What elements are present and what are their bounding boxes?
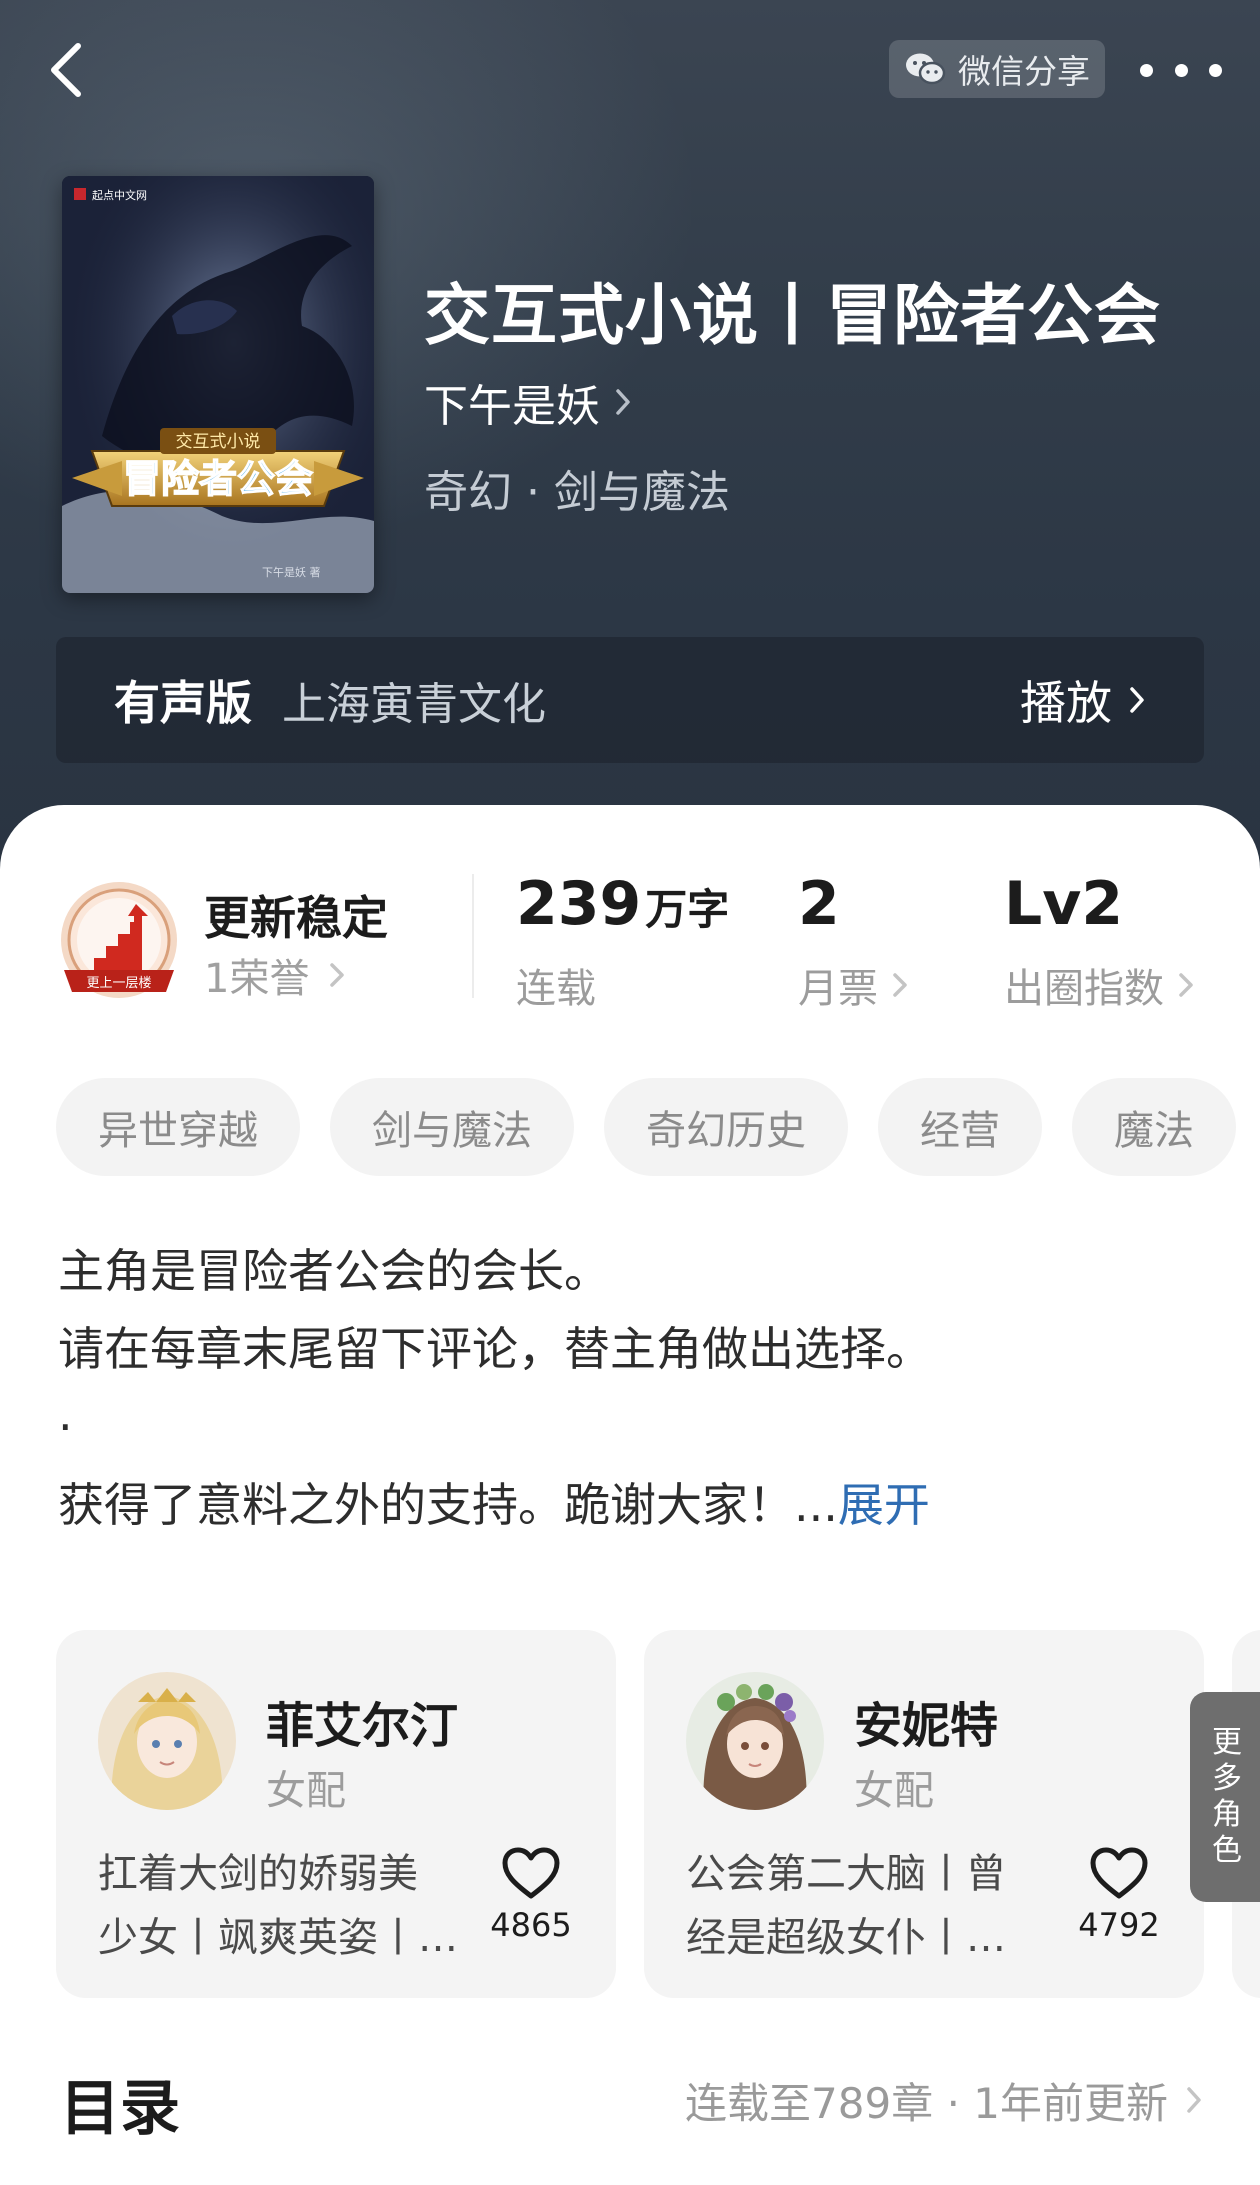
character-avatar — [98, 1672, 236, 1810]
synopsis-line: 获得了意料之外的支持。跪谢大家！... — [58, 1478, 838, 1532]
author-name: 下午是妖 — [424, 381, 600, 432]
more-roles-char: 多 — [1212, 1761, 1242, 1796]
character-desc-line: 经是超级女仆丨… — [686, 1915, 1006, 1961]
word-count-unit: 万字 — [645, 885, 730, 934]
chevron-right-icon — [616, 389, 630, 415]
book-synopsis: 主角是冒险者公会的会长。 请在每章末尾留下评论，替主角做出选择。 · 获得了意料… — [58, 1232, 1208, 1544]
badge-text: 更上一层楼 — [86, 976, 151, 991]
synopsis-last-line: 获得了意料之外的支持。跪谢大家！...展开 — [58, 1466, 1208, 1544]
wechat-icon — [906, 53, 946, 85]
share-label: 微信分享 — [958, 52, 1090, 91]
cover-title: 冒险者公会 — [123, 457, 313, 501]
author-link[interactable]: 下午是妖 — [424, 372, 632, 432]
more-options-button[interactable] — [1140, 48, 1222, 92]
tag-list: 异世穿越 剑与魔法 奇幻历史 经营 魔法 — [56, 1078, 1260, 1176]
expand-link[interactable]: 展开 — [838, 1478, 930, 1532]
like-button[interactable]: 4865 — [486, 1846, 576, 1944]
word-count-value: 239 — [516, 869, 642, 939]
character-role: 女配 — [266, 1768, 346, 1814]
heart-icon — [1090, 1847, 1148, 1899]
back-arrow-icon — [51, 43, 81, 97]
heart-icon — [502, 1847, 560, 1899]
catalog-title: 目录 — [60, 2074, 180, 2144]
monthly-ticket-label: 月票 — [798, 966, 878, 1012]
more-dot-2 — [1174, 63, 1188, 77]
cover-publisher: 起点中文网 — [92, 188, 147, 202]
honor-count: 1荣誉 — [204, 956, 310, 1002]
character-description: 公会第二大脑丨曾 经是超级女仆丨… — [686, 1842, 1046, 1970]
word-count-label: 连载 — [516, 966, 596, 1012]
cover-artwork: 交互式小说 冒险者公会 起点中文网 下午是妖 著 — [62, 176, 374, 593]
character-avatar — [686, 1672, 824, 1810]
popularity-index-label: 出圈指数 — [1004, 966, 1164, 1012]
play-label: 播放 — [1020, 676, 1112, 730]
popularity-index-value: Lv2 — [1004, 869, 1124, 939]
honor-title: 更新稳定 — [204, 891, 388, 945]
book-cover[interactable]: 交互式小说 冒险者公会 起点中文网 下午是妖 著 — [62, 176, 374, 593]
tag-chip[interactable]: 魔法 — [1072, 1078, 1236, 1176]
catalog-info: 连载至789章 · 1年前更新 — [685, 2078, 1168, 2128]
monthly-ticket-stat[interactable]: 2 月票 — [798, 874, 908, 1014]
like-count: 4792 — [1078, 1906, 1160, 1944]
character-desc-line: 少女丨飒爽英姿丨… — [98, 1915, 458, 1961]
cover-author: 下午是妖 著 — [262, 565, 321, 579]
more-roles-char: 色 — [1212, 1833, 1242, 1868]
like-count: 4865 — [490, 1906, 572, 1944]
character-role: 女配 — [854, 1768, 934, 1814]
character-desc-line: 公会第二大脑丨曾 — [686, 1851, 1006, 1897]
cover-subtitle: 交互式小说 — [176, 432, 261, 452]
monthly-ticket-value: 2 — [798, 869, 840, 939]
honor-link[interactable]: 1荣誉 — [204, 950, 345, 1002]
like-button[interactable]: 4792 — [1074, 1846, 1164, 1944]
more-dot-3 — [1209, 63, 1222, 77]
play-button[interactable]: 播放 — [1020, 667, 1146, 733]
synopsis-line: · — [58, 1400, 73, 1454]
more-roles-char: 角 — [1212, 1797, 1242, 1832]
character-name: 菲艾尔汀 — [266, 1698, 459, 1754]
synopsis-line: 请在每章末尾留下评论，替主角做出选择。 — [58, 1322, 932, 1376]
chevron-right-icon — [1130, 687, 1144, 713]
wechat-share-button[interactable]: 微信分享 — [889, 40, 1105, 98]
audio-version-bar[interactable]: 有声版 上海寅青文化 播放 — [56, 637, 1204, 763]
tag-chip[interactable]: 奇幻历史 — [604, 1078, 848, 1176]
more-characters-button[interactable]: 更 多 角 色 — [1190, 1692, 1260, 1902]
character-desc-line: 扛着大剑的娇弱美 — [98, 1851, 418, 1897]
audio-label: 有声版 — [114, 676, 252, 730]
chevron-right-icon — [893, 973, 907, 997]
tag-chip[interactable]: 经营 — [878, 1078, 1042, 1176]
popularity-index-stat[interactable]: Lv2 出圈指数 — [1004, 874, 1194, 1014]
more-dots-icon — [1140, 63, 1153, 77]
chevron-right-icon — [330, 963, 345, 987]
more-roles-char: 更 — [1212, 1725, 1242, 1760]
stats-divider — [472, 874, 474, 998]
synopsis-line: 主角是冒险者公会的会长。 — [58, 1244, 610, 1298]
tag-chip[interactable]: 剑与魔法 — [330, 1078, 574, 1176]
chevron-right-icon — [1187, 2087, 1201, 2113]
honor-badge-icon[interactable]: 更上一层楼 — [56, 880, 182, 1006]
character-card[interactable]: 菲艾尔汀 女配 扛着大剑的娇弱美 少女丨飒爽英姿丨… 4865 — [56, 1630, 616, 1998]
word-count-stat: 239万字 连载 — [516, 874, 729, 1014]
audio-publisher: 上海寅青文化 — [282, 679, 546, 730]
back-button[interactable] — [36, 36, 96, 104]
character-card[interactable]: 安妮特 女配 公会第二大脑丨曾 经是超级女仆丨… 4792 — [644, 1630, 1204, 1998]
book-genre: 奇幻 · 剑与魔法 — [424, 467, 730, 518]
character-description: 扛着大剑的娇弱美 少女丨飒爽英姿丨… — [98, 1842, 458, 1970]
chevron-right-icon — [1179, 973, 1193, 997]
catalog-link[interactable]: 连载至789章 · 1年前更新 — [685, 2068, 1202, 2132]
character-name: 安妮特 — [854, 1698, 999, 1754]
book-title: 交互式小说丨冒险者公会 — [424, 276, 1161, 354]
tag-chip[interactable]: 异世穿越 — [56, 1078, 300, 1176]
